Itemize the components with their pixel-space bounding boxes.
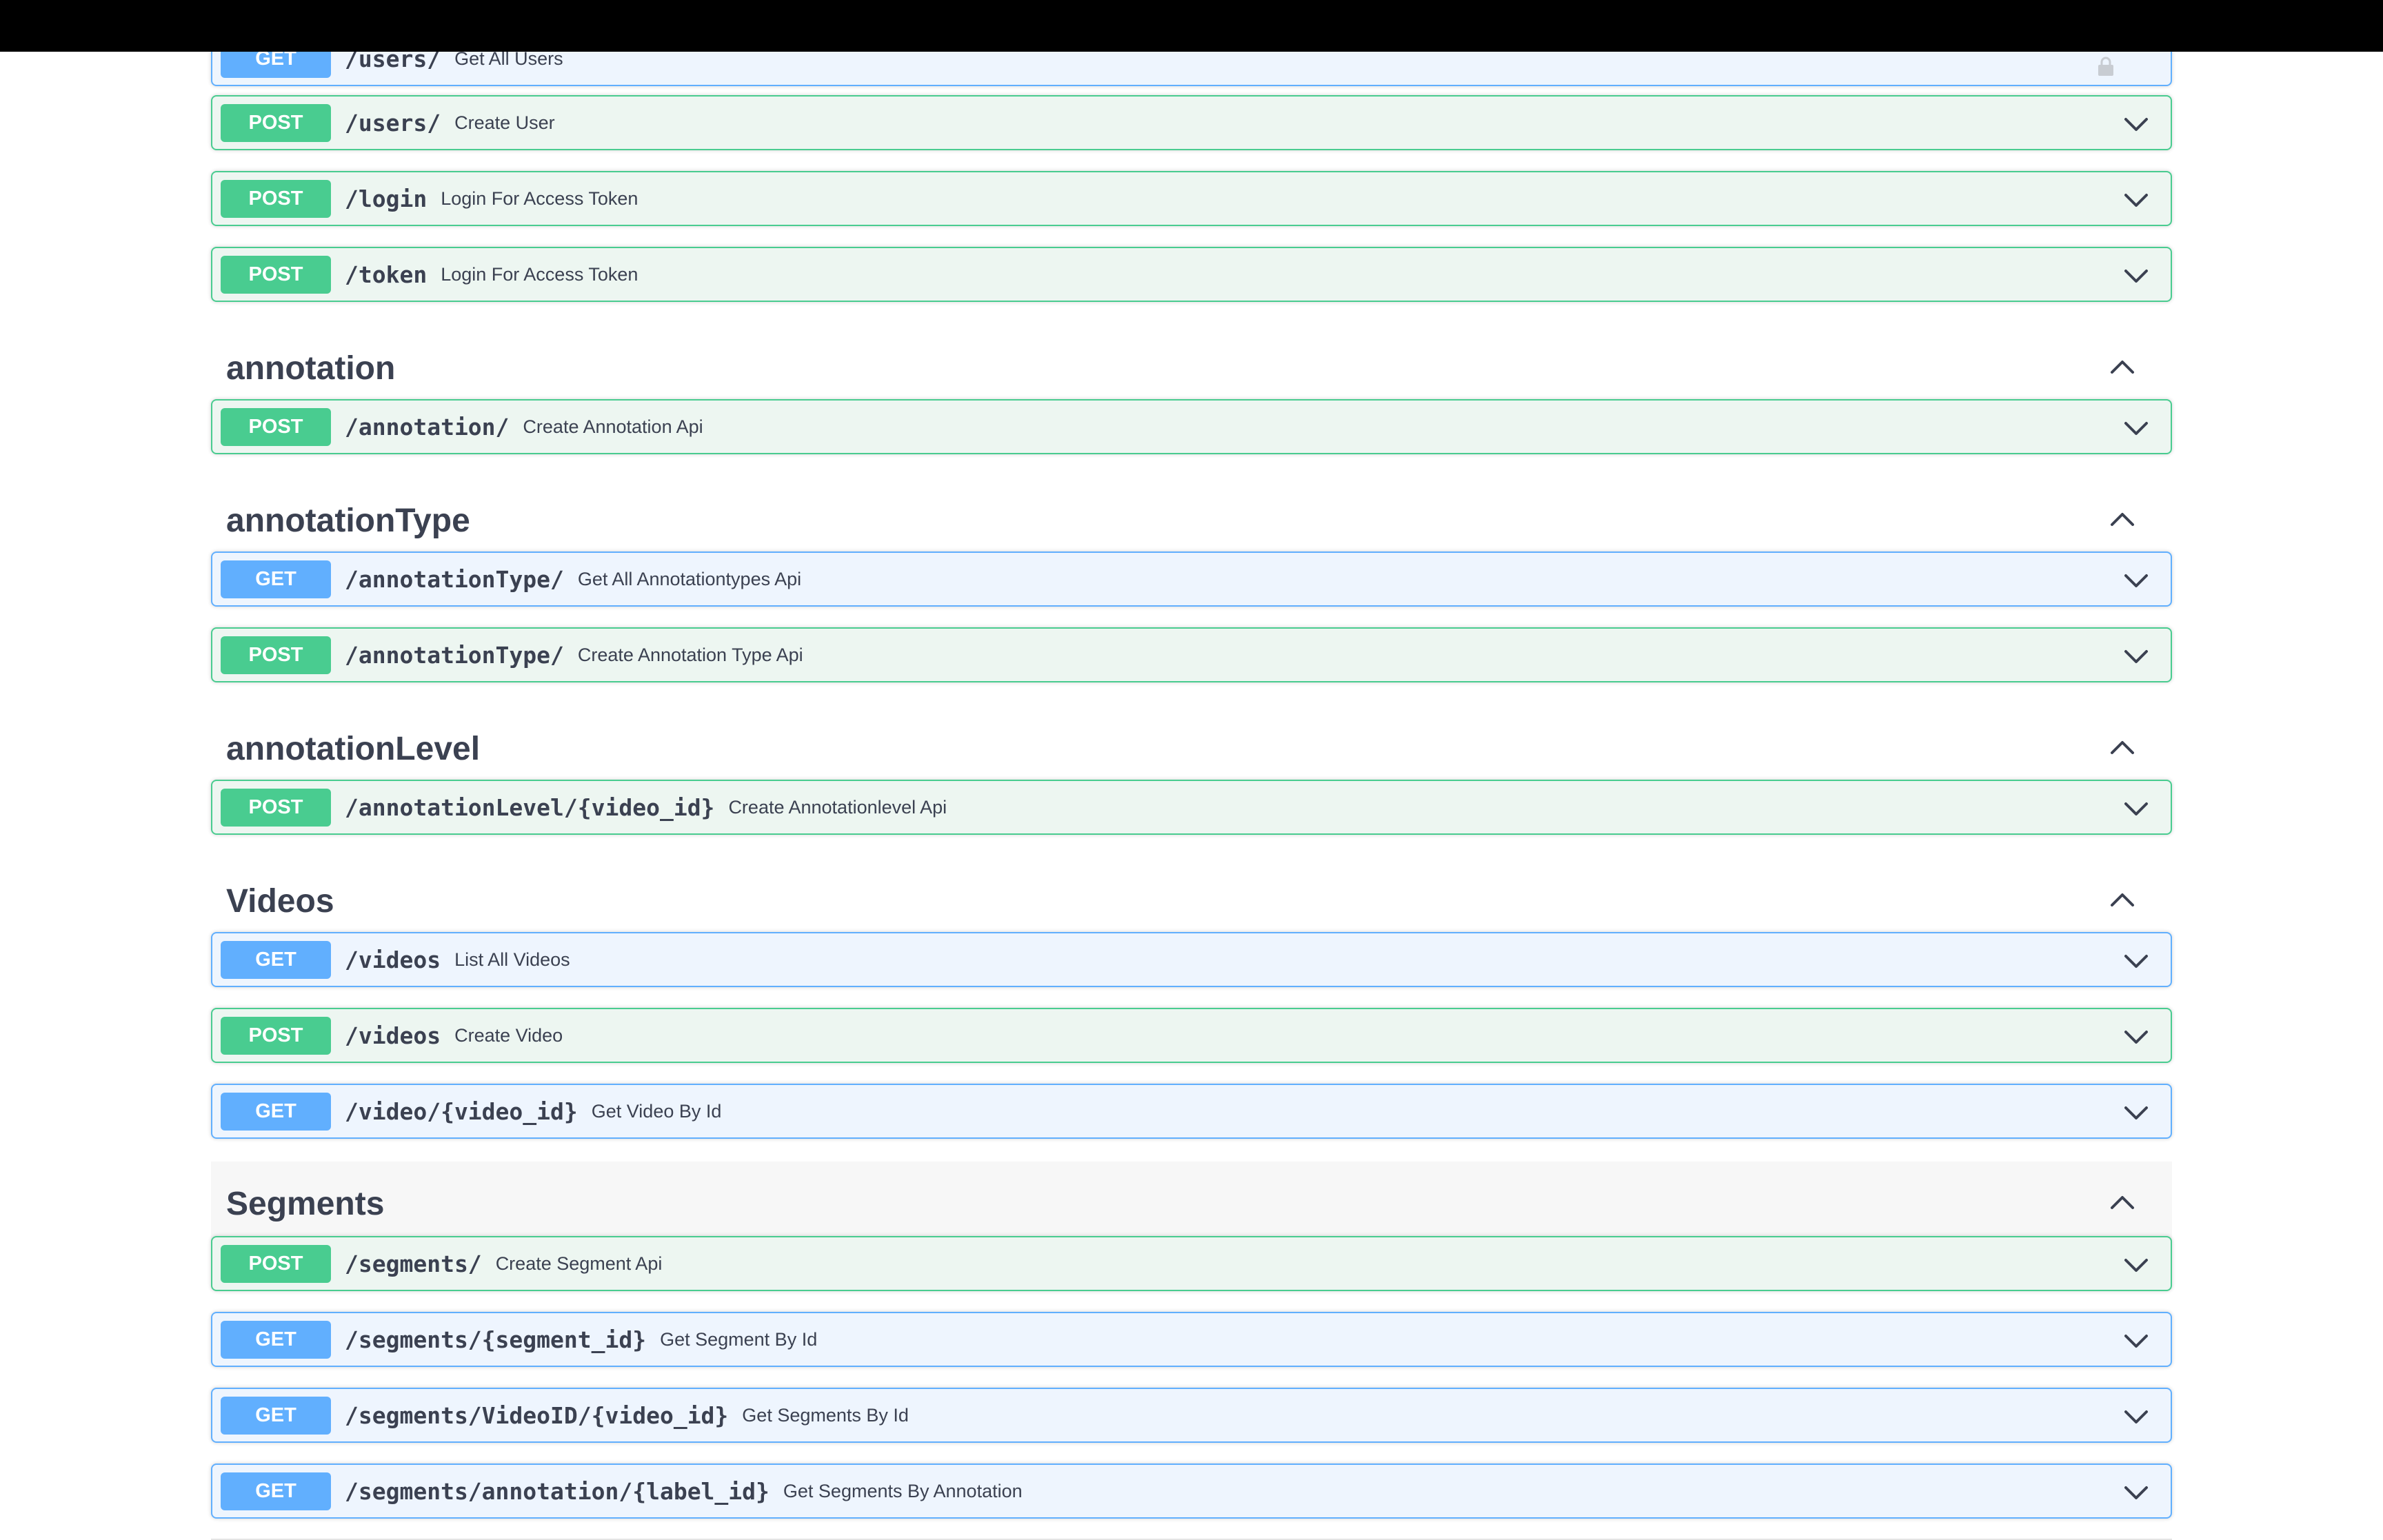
operation-post-annotation[interactable]: POST /annotation/ Create Annotation Api (211, 399, 2172, 454)
tag-title: Videos (226, 883, 334, 920)
tag-title: annotation (226, 350, 396, 387)
tag-section-annotation[interactable]: annotation (211, 326, 2172, 405)
operation-post-login[interactable]: POST /login Login For Access Token (211, 171, 2172, 226)
chevron-down-icon[interactable] (2122, 1099, 2150, 1126)
operation-path: /annotation/ (345, 413, 510, 440)
method-badge-post: POST (221, 1244, 331, 1283)
operation-path: /videos (345, 1022, 441, 1049)
operation-summary: Create Segment Api (495, 1253, 663, 1274)
operation-summary: Get Segment By Id (660, 1328, 818, 1350)
operation-path: /login (345, 185, 428, 212)
operation-path: /segments/annotation/{label_id} (345, 1477, 770, 1505)
chevron-down-icon[interactable] (2122, 1327, 2150, 1355)
method-badge-get: GET (221, 940, 331, 979)
method-badge-post: POST (221, 179, 331, 218)
operation-post-annotation-level[interactable]: POST /annotationLevel/{video_id} Create … (211, 780, 2172, 835)
chevron-up-icon[interactable] (2109, 886, 2136, 914)
operation-get-segment-by-id[interactable]: GET /segments/{segment_id} Get Segment B… (211, 1312, 2172, 1367)
operation-path: /video/{video_id} (345, 1097, 578, 1125)
operation-path: /segments/{segment_id} (345, 1326, 647, 1353)
method-badge-post: POST (221, 255, 331, 294)
operation-post-token[interactable]: POST /token Login For Access Token (211, 247, 2172, 302)
method-badge-get: GET (221, 560, 331, 598)
tag-section-videos[interactable]: Videos (211, 859, 2172, 938)
operation-path: /segments/ (345, 1250, 482, 1277)
operation-post-segments[interactable]: POST /segments/ Create Segment Api (211, 1236, 2172, 1291)
tag-section-annotation-type[interactable]: annotationType (211, 478, 2172, 558)
operation-summary: Create User (454, 112, 555, 133)
operation-summary: List All Videos (454, 949, 570, 970)
chevron-down-icon[interactable] (2122, 1479, 2150, 1506)
chevron-up-icon[interactable] (2109, 506, 2136, 534)
method-badge-post: POST (221, 1016, 331, 1055)
tag-title: Segments (226, 1186, 385, 1222)
tag-section-annotation-level[interactable]: annotationLevel (211, 707, 2172, 786)
method-badge-get: GET (221, 1396, 331, 1435)
browser-top-bar-overlay (0, 0, 2383, 52)
operation-path: /annotationType/ (345, 641, 564, 669)
operation-summary: Create Annotation Type Api (577, 644, 803, 665)
operation-summary: Create Annotationlevel Api (728, 796, 947, 818)
operation-get-segments-by-video-id[interactable]: GET /segments/VideoID/{video_id} Get Seg… (211, 1388, 2172, 1443)
chevron-down-icon[interactable] (2122, 110, 2150, 138)
operation-path: /segments/VideoID/{video_id} (345, 1401, 729, 1429)
method-badge-get: GET (221, 1320, 331, 1359)
chevron-down-icon[interactable] (2122, 414, 2150, 442)
operation-summary: Get Video By Id (591, 1100, 722, 1122)
operation-post-users[interactable]: POST /users/ Create User (211, 95, 2172, 150)
tag-section-segments[interactable]: Segments (211, 1162, 2172, 1241)
chevron-down-icon[interactable] (2122, 1023, 2150, 1051)
chevron-up-icon[interactable] (2109, 1189, 2136, 1217)
tag-title: annotationType (226, 503, 470, 539)
operation-path: /videos (345, 946, 441, 973)
lock-icon[interactable] (2096, 57, 2115, 77)
chevron-down-icon[interactable] (2122, 1403, 2150, 1430)
operation-summary: Get All Annotationtypes Api (577, 568, 802, 589)
chevron-down-icon[interactable] (2122, 642, 2150, 670)
chevron-down-icon[interactable] (2122, 262, 2150, 290)
method-badge-post: POST (221, 636, 331, 674)
chevron-down-icon[interactable] (2122, 795, 2150, 822)
method-badge-get: GET (221, 1472, 331, 1510)
operation-get-annotation-type[interactable]: GET /annotationType/ Get All Annotationt… (211, 551, 2172, 607)
operation-summary: Get Segments By Id (742, 1404, 909, 1426)
operation-get-videos[interactable]: GET /videos List All Videos (211, 932, 2172, 987)
method-badge-post: POST (221, 788, 331, 827)
chevron-up-icon[interactable] (2109, 354, 2136, 381)
method-badge-post: POST (221, 407, 331, 446)
operation-summary: Login For Access Token (441, 188, 639, 209)
operation-summary: Create Video (454, 1024, 563, 1046)
operation-path: /annotationType/ (345, 565, 564, 593)
operation-summary: Get Segments By Annotation (783, 1480, 1023, 1501)
chevron-down-icon[interactable] (2122, 186, 2150, 214)
operation-path: /users/ (345, 109, 441, 136)
chevron-down-icon[interactable] (2122, 567, 2150, 594)
operation-get-video-by-id[interactable]: GET /video/{video_id} Get Video By Id (211, 1084, 2172, 1139)
operation-path: /token (345, 261, 428, 288)
method-badge-post: POST (221, 103, 331, 142)
operation-get-segments-by-annotation[interactable]: GET /segments/annotation/{label_id} Get … (211, 1463, 2172, 1519)
chevron-down-icon[interactable] (2122, 1251, 2150, 1279)
tag-title: annotationLevel (226, 731, 481, 767)
operation-path: /annotationLevel/{video_id} (345, 793, 715, 821)
operation-summary: Create Annotation Api (523, 416, 703, 437)
operation-post-annotation-type[interactable]: POST /annotationType/ Create Annotation … (211, 627, 2172, 682)
operation-summary: Login For Access Token (441, 263, 639, 285)
chevron-up-icon[interactable] (2109, 734, 2136, 762)
method-badge-get: GET (221, 1092, 331, 1131)
chevron-down-icon[interactable] (2122, 947, 2150, 975)
operation-post-videos[interactable]: POST /videos Create Video (211, 1008, 2172, 1063)
